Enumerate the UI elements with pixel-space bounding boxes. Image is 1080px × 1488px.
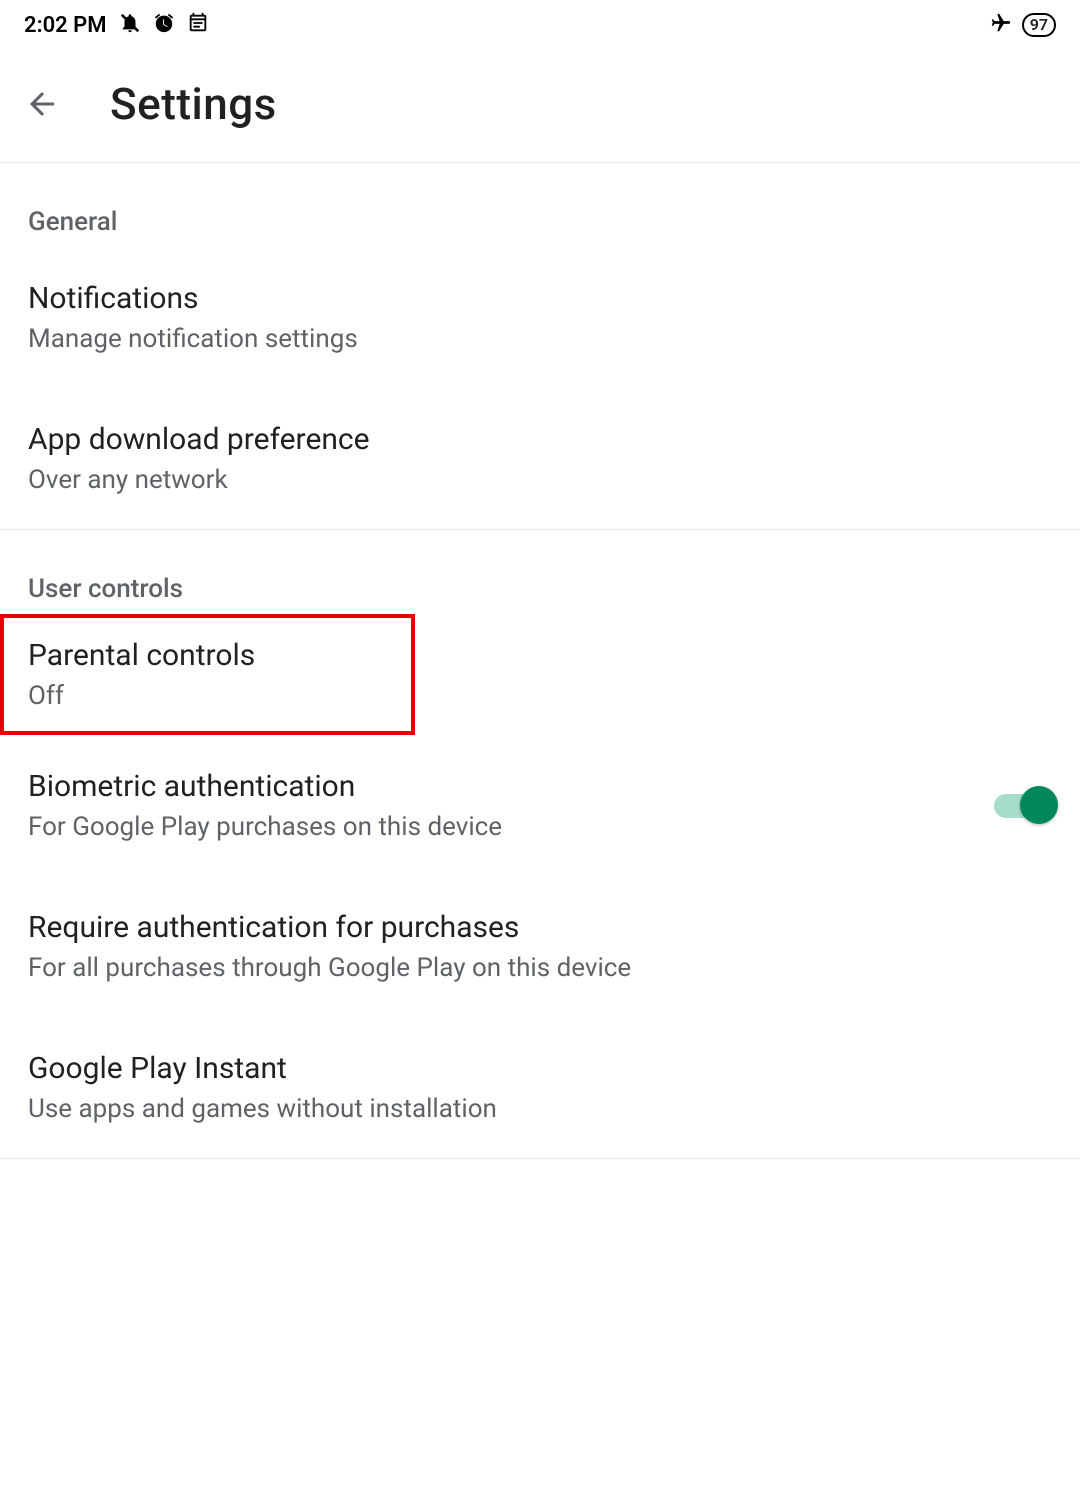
back-button[interactable] <box>24 86 60 122</box>
section-header-general: General <box>0 163 1080 247</box>
app-header: Settings <box>0 50 1080 163</box>
section-header-user-controls: User controls <box>0 530 1080 614</box>
section-user-controls: User controls Parental controls Off Biom… <box>0 530 1080 1159</box>
bell-off-icon <box>119 12 141 38</box>
setting-title: Notifications <box>28 281 358 316</box>
setting-subtitle: For all purchases through Google Play on… <box>28 953 631 983</box>
status-bar: 2:02 PM 97 <box>0 0 1080 50</box>
setting-biometric-authentication[interactable]: Biometric authentication For Google Play… <box>0 735 1080 876</box>
setting-title: Google Play Instant <box>28 1051 497 1086</box>
toggle-thumb <box>1020 786 1058 824</box>
setting-title: Parental controls <box>28 638 255 673</box>
setting-google-play-instant[interactable]: Google Play Instant Use apps and games w… <box>0 1017 1080 1158</box>
section-general: General Notifications Manage notificatio… <box>0 163 1080 530</box>
setting-subtitle: Manage notification settings <box>28 324 358 354</box>
calendar-icon <box>187 12 209 38</box>
setting-subtitle: Over any network <box>28 465 370 495</box>
alarm-icon <box>153 12 175 38</box>
page-title: Settings <box>110 78 277 130</box>
setting-app-download-preference[interactable]: App download preference Over any network <box>0 388 1080 529</box>
setting-title: Require authentication for purchases <box>28 910 631 945</box>
setting-parental-controls[interactable]: Parental controls Off <box>4 618 411 731</box>
setting-subtitle: For Google Play purchases on this device <box>28 812 502 842</box>
battery-indicator: 97 <box>1022 13 1056 37</box>
status-time: 2:02 PM <box>24 13 107 38</box>
status-bar-left: 2:02 PM <box>24 12 209 38</box>
setting-require-auth[interactable]: Require authentication for purchases For… <box>0 876 1080 1017</box>
setting-notifications[interactable]: Notifications Manage notification settin… <box>0 247 1080 388</box>
setting-subtitle: Off <box>28 681 255 711</box>
setting-subtitle: Use apps and games without installation <box>28 1094 497 1124</box>
biometric-toggle[interactable] <box>994 794 1052 818</box>
highlight-parental-controls: Parental controls Off <box>0 614 415 735</box>
setting-title: App download preference <box>28 422 370 457</box>
status-bar-right: 97 <box>990 12 1056 38</box>
setting-title: Biometric authentication <box>28 769 502 804</box>
airplane-icon <box>990 12 1012 38</box>
